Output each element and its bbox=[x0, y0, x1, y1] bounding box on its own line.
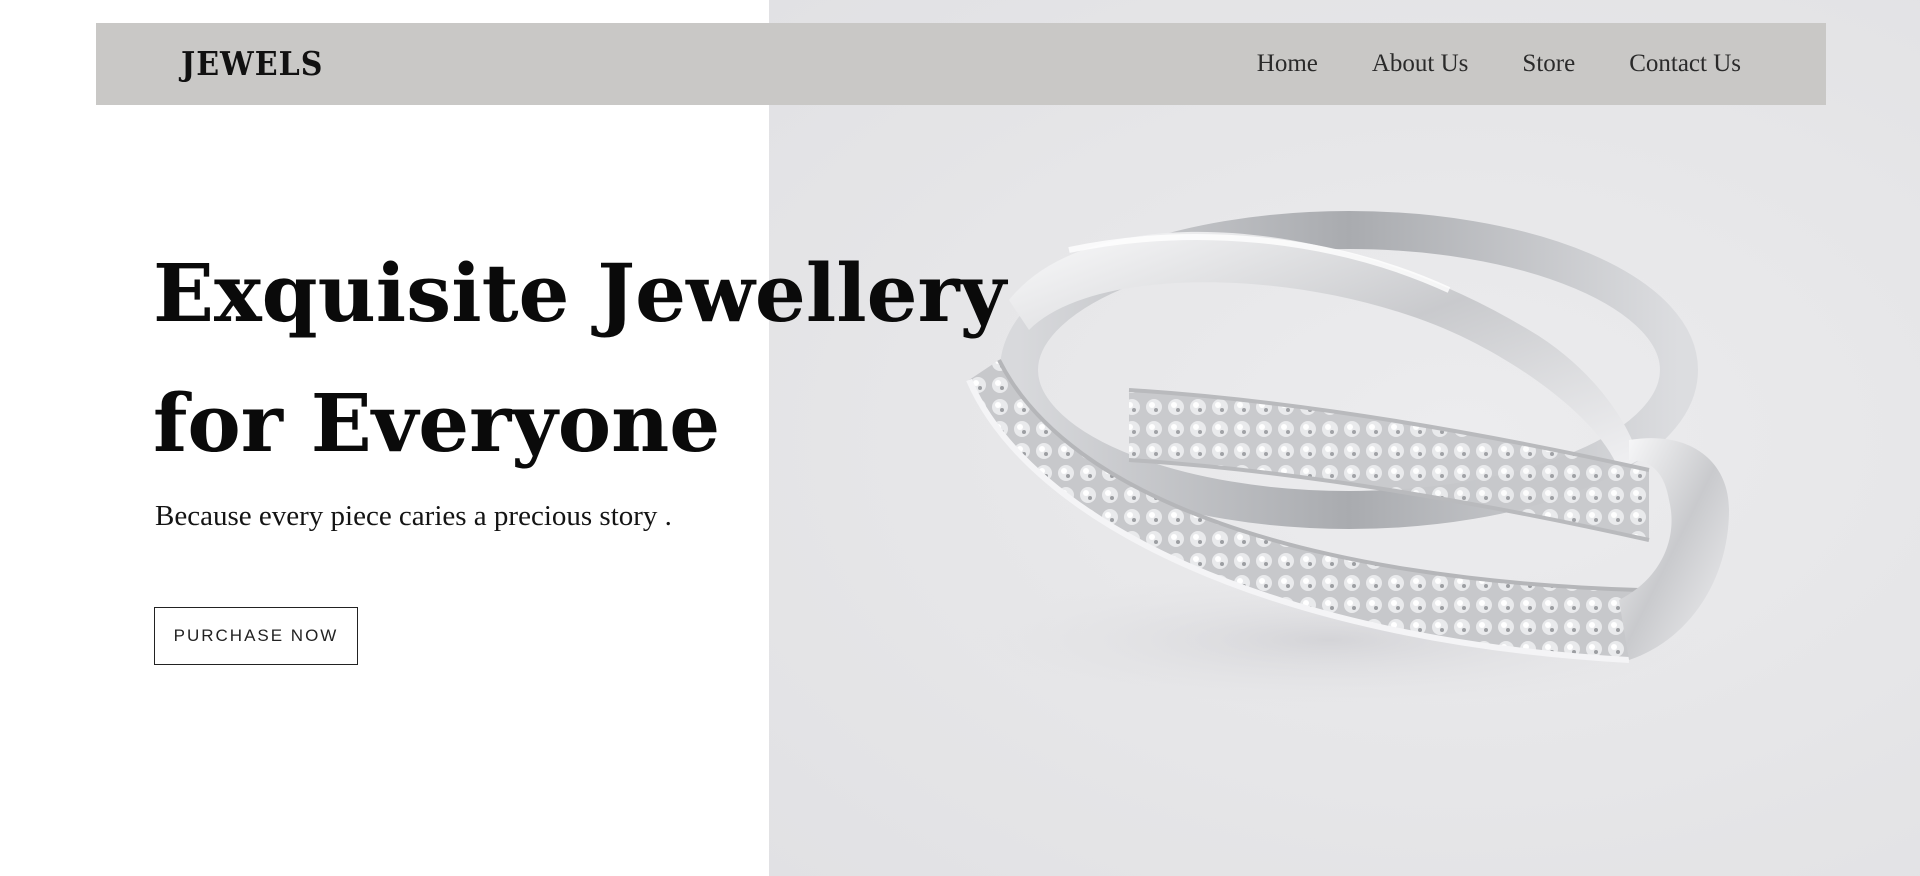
nav-links: Home About Us Store Contact Us bbox=[1257, 50, 1741, 78]
landing-page: JEWELS Home About Us Store Contact Us Ex… bbox=[0, 0, 1920, 876]
nav-link-home[interactable]: Home bbox=[1257, 50, 1318, 78]
navbar: JEWELS Home About Us Store Contact Us bbox=[96, 23, 1826, 105]
hero-title: Exquisite Jewellery for Everyone bbox=[153, 228, 1006, 488]
nav-link-contact-us[interactable]: Contact Us bbox=[1629, 50, 1741, 78]
nav-link-about-us[interactable]: About Us bbox=[1372, 50, 1469, 78]
hero-subtitle: Because every piece caries a precious st… bbox=[155, 500, 672, 532]
site-logo[interactable]: JEWELS bbox=[181, 45, 323, 83]
hero-title-line-1: Exquisite Jewellery bbox=[153, 246, 1007, 340]
hero-title-line-2: for Everyone bbox=[153, 376, 721, 470]
nav-link-store[interactable]: Store bbox=[1522, 50, 1575, 78]
purchase-now-button[interactable]: PURCHASE NOW bbox=[154, 607, 358, 665]
